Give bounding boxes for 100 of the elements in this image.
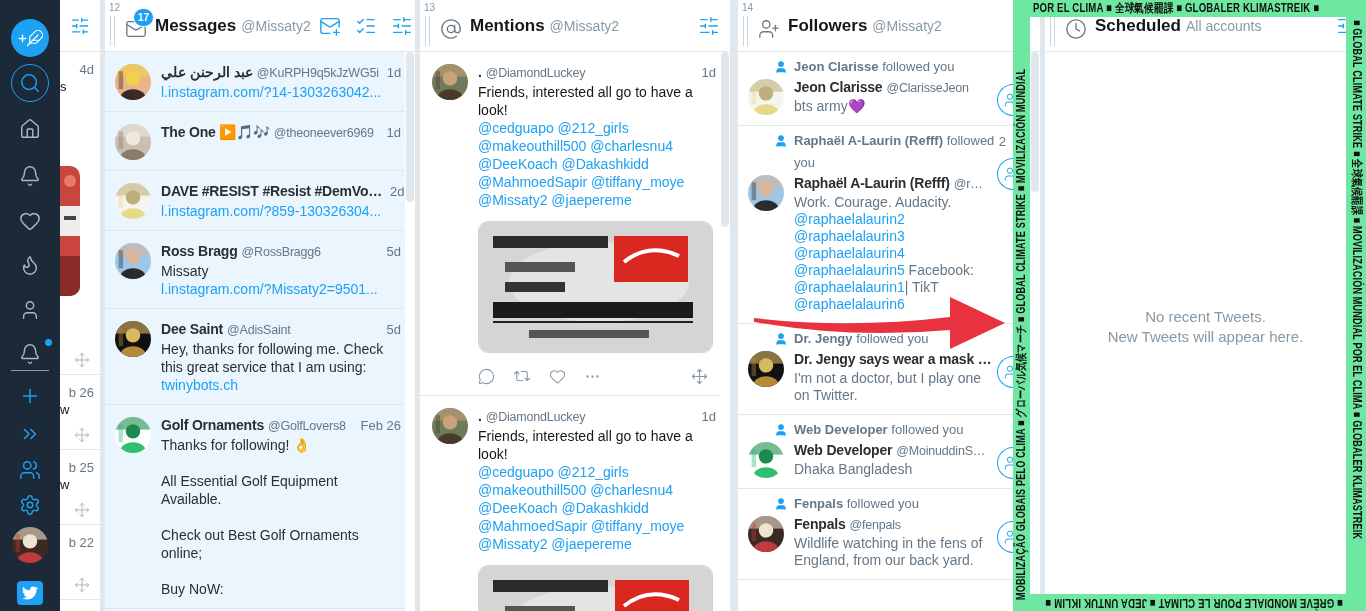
link[interactable]: @Missaty2 — [478, 192, 548, 208]
link[interactable]: l.instagram.com/?14-1303263042... — [161, 83, 401, 101]
like-icon[interactable] — [549, 367, 566, 385]
filter-icon[interactable] — [70, 15, 90, 36]
follow-notice: Raphaël A-Laurin (Refff) followed you — [794, 132, 996, 172]
column-title: Followers — [788, 15, 868, 36]
column-title: Mentions — [470, 15, 545, 36]
settings-icon — [19, 493, 41, 516]
person-icon — [774, 497, 788, 511]
move-icon[interactable] — [74, 352, 90, 368]
link[interactable]: @raphaelalaurin3 — [794, 228, 905, 244]
timestamp: b 26 — [68, 385, 95, 400]
user-name: Web Developer — [794, 442, 893, 458]
link[interactable]: @raphaelalaurin6 — [794, 296, 905, 312]
link[interactable]: @makeouthill500 — [478, 482, 587, 498]
link[interactable]: @charlesnu4 — [590, 482, 673, 498]
filter-icon[interactable] — [390, 14, 413, 37]
link[interactable]: @DeeKoach — [478, 500, 558, 516]
tweet-text: Hey, thanks for following me. Check this great service that I am using: twinybots.ch — [161, 340, 385, 394]
user-handle: @DiamondLuckey — [485, 410, 586, 424]
tweet-text: I'm not a doctor, but I play one on Twitter. — [794, 370, 983, 404]
user-name: Golf Ornaments — [161, 417, 264, 433]
user-name: . — [478, 64, 482, 80]
banner-text: POR EL CLIMA ■ 全球氣候罷課 ■ GLOBALER KLIMASTREIK ■ — [1033, 1, 1320, 15]
link[interactable]: @raphaelalaurin1 — [794, 279, 905, 295]
follow-notice: Dr. Jengy followed you — [794, 330, 929, 348]
person-icon — [774, 60, 788, 74]
link[interactable]: @MahmoedSapir — [478, 518, 588, 534]
link[interactable]: @jaepereme — [551, 536, 632, 552]
drag-handle[interactable] — [110, 16, 115, 46]
user-handle: @GolfLovers8 — [268, 419, 346, 433]
tweet-text: w — [60, 402, 70, 417]
link[interactable]: @raphaelalaurin4 — [794, 245, 905, 261]
timestamp: 2d — [389, 184, 405, 199]
link[interactable]: @212_girls — [557, 120, 629, 136]
follow-button[interactable] — [997, 158, 1013, 190]
timestamp: 1d — [700, 409, 716, 424]
follow-button[interactable] — [997, 447, 1013, 479]
follow-button[interactable] — [997, 84, 1013, 116]
link[interactable]: l.instagram.com/?Missaty2=9501... — [161, 281, 378, 297]
person-icon — [774, 134, 788, 148]
scheduled-icon — [1065, 17, 1087, 40]
empty-message: No recent Tweets. New Tweets will appear here. — [1107, 306, 1304, 347]
link[interactable]: @jaepereme — [551, 192, 632, 208]
link[interactable]: @Missaty2 — [478, 536, 548, 552]
column-subtitle: @Missaty2 — [549, 17, 620, 34]
compose-button[interactable] — [11, 19, 49, 57]
filter-icon[interactable] — [698, 14, 720, 37]
notification-dot — [45, 338, 52, 346]
drag-handle[interactable] — [743, 16, 748, 46]
link[interactable]: twinybots.ch — [161, 377, 239, 393]
user-name: Ross Bragg — [161, 243, 238, 259]
tweet-text: Work. Courage. Audacity. @raphaelalaurin2 @raphaelalaurin3 @raphaelalaurin4 @raphaelalaurin5 Facebook: @raphaelalaurin1| TikT @raphaelalaurin6 — [794, 194, 975, 313]
link[interactable]: @raphaelalaurin2 — [794, 211, 905, 227]
banner-text: MOBILIZAÇÃO GLOBAIS PELO CLIMA ■ グローバル気候マーチ ■ GLOBAL CLIMATE STRIKE ■ MOVILIZACIÓN MUNDIAL — [1014, 68, 1028, 600]
link[interactable]: @makeouthill500 — [478, 138, 587, 154]
move-icon[interactable] — [691, 367, 708, 385]
move-icon[interactable] — [74, 427, 90, 443]
link[interactable]: l.instagram.com/?859-130326304... — [161, 202, 401, 220]
scrollbar-thumb[interactable] — [406, 52, 414, 202]
link[interactable]: @cedguapo — [478, 464, 554, 480]
scrollbar-thumb[interactable] — [721, 52, 729, 227]
activity-button[interactable] — [11, 338, 49, 371]
move-icon[interactable] — [74, 502, 90, 518]
column-subtitle: @Missaty2 — [241, 17, 311, 34]
link[interactable]: @Dakashkidd — [561, 156, 649, 172]
tweet-text: Missaty l.instagram.com/?Missaty2=9501... — [161, 262, 379, 298]
link[interactable]: @raphaelalaurin5 — [794, 262, 905, 278]
follow-notice: Fenpals followed you — [794, 495, 919, 513]
follow-notice: Web Developer followed you — [794, 421, 964, 439]
column-subtitle: @Missaty2 — [872, 17, 942, 34]
link[interactable]: @tiffany_moye — [591, 174, 685, 190]
user-name: Jeon Clarisse — [794, 79, 883, 95]
link[interactable]: @Dakashkidd — [561, 500, 649, 516]
bird-logo[interactable] — [17, 581, 43, 605]
reply-icon[interactable] — [478, 367, 495, 385]
scrollbar-thumb[interactable] — [1031, 52, 1039, 192]
timestamp: 1d — [700, 65, 716, 80]
timestamp: Feb 26 — [359, 418, 401, 433]
link[interactable]: @charlesnu4 — [590, 138, 673, 154]
link[interactable]: @cedguapo — [478, 120, 554, 136]
follow-button[interactable] — [997, 356, 1013, 388]
user-name: . — [478, 408, 482, 424]
link[interactable]: @tiffany_moye — [591, 518, 685, 534]
column-title: Scheduled — [1095, 15, 1181, 36]
user-name: Dr. Jengy says wear a mask … — [794, 351, 992, 367]
people-icon — [19, 458, 41, 481]
link[interactable]: @DeeKoach — [478, 156, 558, 172]
move-icon[interactable] — [74, 577, 90, 593]
follow-button[interactable] — [997, 521, 1013, 553]
drag-handle[interactable] — [425, 16, 430, 46]
link[interactable]: @MahmoedSapir — [478, 174, 588, 190]
tweet-text: Thanks for following! 👌 All Essential Golf Equipment Available. Check out Best Golf Ornaments online; Buy NoW: — [161, 436, 360, 598]
tweet-text: Wildlife watching in the fens of England, from our back yard. — [794, 535, 984, 569]
tweet-text: s — [60, 79, 67, 94]
link[interactable]: @212_girls — [557, 464, 629, 480]
tweet-text: Friends, interested all go to have a look! @cedguapo @212_girls @makeouthill500 @charlesnu4 @DeeKoach @Dakashkidd @MahmoedSapir @tiffany_moye @Missaty2 @jaepereme — [478, 427, 694, 553]
banner-text: ■ GRÈVE MONDIALE POUR LE CLIMAT ■ JEDA UNTUK IKLIM ■ — [1045, 596, 1343, 610]
unread-count: 17 — [133, 7, 155, 27]
user-handle: @DiamondLuckey — [485, 66, 586, 80]
